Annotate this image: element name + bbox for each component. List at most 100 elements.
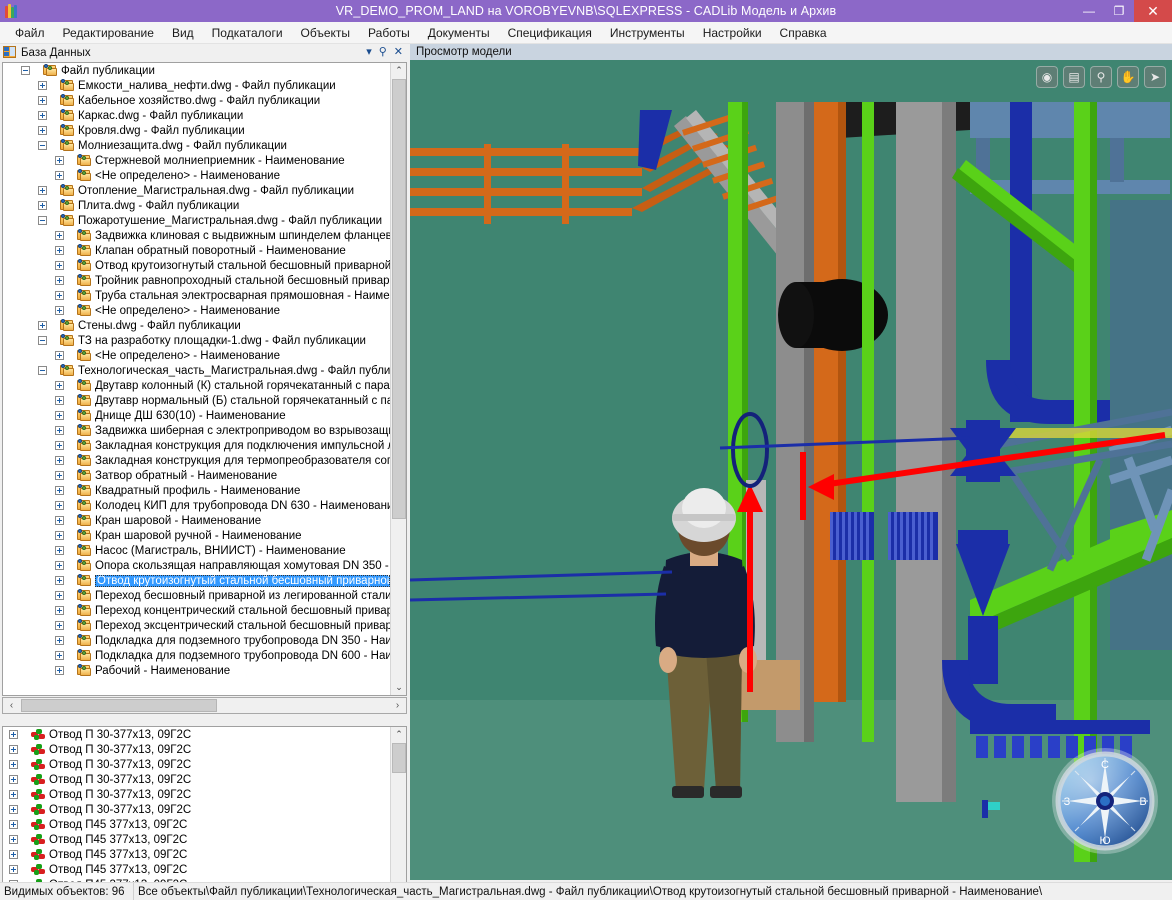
expand-node-icon[interactable] (55, 561, 64, 570)
expand-node-icon[interactable] (38, 81, 47, 90)
expand-node-icon[interactable] (55, 291, 64, 300)
menu-objects[interactable]: Объекты (292, 23, 360, 43)
menu-view[interactable]: Вид (163, 23, 203, 43)
expand-node-icon[interactable] (55, 231, 64, 240)
close-panel-icon[interactable]: ✕ (394, 47, 403, 58)
expand-node-icon[interactable] (55, 261, 64, 270)
menu-settings[interactable]: Настройки (694, 23, 771, 43)
collapse-node-icon[interactable] (38, 336, 47, 345)
list-item[interactable]: Отвод П 30-377х13, 09Г2С (3, 742, 390, 757)
tree-node[interactable]: Тройник равнопроходный стальной бесшовны… (3, 273, 390, 288)
fly-navigate-icon[interactable]: ➤ (1144, 66, 1166, 88)
tree-node[interactable]: Труба стальная электросварная прямошовна… (3, 288, 390, 303)
eye-visibility-icon[interactable]: ◉ (1036, 66, 1058, 88)
hscroll-right-button[interactable]: › (389, 700, 406, 711)
menu-edit[interactable]: Редактирование (54, 23, 163, 43)
expand-node-icon[interactable] (55, 486, 64, 495)
object-list-scroll-area[interactable]: Отвод П 30-377х13, 09Г2С Отвод П 30-377х1… (3, 727, 390, 900)
tree-node[interactable]: ТЗ на разработку площадки-1.dwg - Файл п… (3, 333, 390, 348)
tree-node[interactable]: Рабочий - Наименование (3, 663, 390, 678)
expand-node-icon[interactable] (55, 651, 64, 660)
expand-node-icon[interactable] (38, 321, 47, 330)
expand-node-icon[interactable] (55, 591, 64, 600)
expand-node-icon[interactable] (38, 126, 47, 135)
minimize-button[interactable]: — (1074, 0, 1104, 22)
menu-specification[interactable]: Спецификация (499, 23, 601, 43)
expand-node-icon[interactable] (55, 276, 64, 285)
tree-node[interactable]: Технологическая_часть_Магистральная.dwg … (3, 363, 390, 378)
expand-node-icon[interactable] (55, 171, 64, 180)
tree-node[interactable]: Задвижка клиновая с выдвижным шпинделем … (3, 228, 390, 243)
expand-node-icon[interactable] (9, 730, 18, 739)
tree-scroll-down-button[interactable]: ⌄ (391, 680, 406, 695)
tree-node[interactable]: Отвод крутоизогнутый стальной бесшовный … (3, 573, 390, 588)
list-item[interactable]: Отвод П45 377х13, 09Г2С (3, 817, 390, 832)
expand-node-icon[interactable] (55, 576, 64, 585)
expand-node-icon[interactable] (55, 546, 64, 555)
list-item[interactable]: Отвод П45 377х13, 09Г2С (3, 832, 390, 847)
layers-icon[interactable]: ▤ (1063, 66, 1085, 88)
tree-node[interactable]: Кран шаровой ручной - Наименование (3, 528, 390, 543)
tree-node[interactable]: Затвор обратный - Наименование (3, 468, 390, 483)
expand-node-icon[interactable] (9, 865, 18, 874)
dropdown-chevron-icon[interactable]: ▾ (366, 47, 372, 58)
collapse-node-icon[interactable] (21, 66, 30, 75)
tree-node[interactable]: Емкости_налива_нефти.dwg - Файл публикац… (3, 78, 390, 93)
collapse-node-icon[interactable] (38, 216, 47, 225)
expand-node-icon[interactable] (55, 411, 64, 420)
tree-scroll-thumb[interactable] (392, 79, 406, 519)
expand-node-icon[interactable] (55, 636, 64, 645)
expand-node-icon[interactable] (9, 835, 18, 844)
expand-node-icon[interactable] (9, 805, 18, 814)
tree-node[interactable]: Плита.dwg - Файл публикации (3, 198, 390, 213)
pan-hand-icon[interactable]: ✋ (1117, 66, 1139, 88)
expand-node-icon[interactable] (55, 396, 64, 405)
menu-documents[interactable]: Документы (419, 23, 499, 43)
expand-node-icon[interactable] (55, 381, 64, 390)
list-item[interactable]: Отвод П 30-377х13, 09Г2С (3, 727, 390, 742)
expand-node-icon[interactable] (9, 775, 18, 784)
database-tree-panel[interactable]: Файл публикации Емкости_налива_нефти.dwg … (2, 62, 407, 696)
hscroll-thumb[interactable] (21, 699, 217, 712)
menu-subcatalogs[interactable]: Подкаталоги (203, 23, 292, 43)
menu-works[interactable]: Работы (359, 23, 419, 43)
expand-node-icon[interactable] (55, 156, 64, 165)
expand-node-icon[interactable] (38, 111, 47, 120)
tree-node[interactable]: <Не определено> - Наименование (3, 348, 390, 363)
expand-node-icon[interactable] (38, 186, 47, 195)
expand-node-icon[interactable] (9, 760, 18, 769)
collapse-node-icon[interactable] (38, 141, 47, 150)
tree-node[interactable]: Насос (Магистраль, ВНИИСТ) - Наименовани… (3, 543, 390, 558)
expand-node-icon[interactable] (55, 606, 64, 615)
list-scroll-up-button[interactable]: ⌃ (391, 727, 406, 742)
close-button[interactable]: ✕ (1134, 0, 1172, 22)
tree-node[interactable]: Отвод крутоизогнутый стальной бесшовный … (3, 258, 390, 273)
tree-scroll-area[interactable]: Файл публикации Емкости_налива_нефти.dwg … (3, 63, 390, 695)
expand-node-icon[interactable] (55, 471, 64, 480)
tree-vertical-scrollbar[interactable]: ⌃ ⌄ (390, 63, 406, 695)
tree-node[interactable]: Пожаротушение_Магистральная.dwg - Файл п… (3, 213, 390, 228)
expand-node-icon[interactable] (9, 850, 18, 859)
tree-node[interactable]: Переход бесшовный приварной из легирован… (3, 588, 390, 603)
hscroll-left-button[interactable]: ‹ (3, 700, 20, 711)
tree-node[interactable]: Квадратный профиль - Наименование (3, 483, 390, 498)
tree-node[interactable]: Переход концентрический стальной бесшовн… (3, 603, 390, 618)
list-item[interactable]: Отвод П 30-377х13, 09Г2С (3, 787, 390, 802)
tree-node[interactable]: Колодец КИП для трубопровода DN 630 - На… (3, 498, 390, 513)
expand-node-icon[interactable] (38, 201, 47, 210)
tree-node[interactable]: Опора скользящая направляющая хомутовая … (3, 558, 390, 573)
expand-node-icon[interactable] (55, 666, 64, 675)
menu-help[interactable]: Справка (771, 23, 836, 43)
expand-node-icon[interactable] (55, 501, 64, 510)
list-scroll-thumb[interactable] (392, 743, 406, 773)
expand-node-icon[interactable] (55, 456, 64, 465)
tree-node[interactable]: Переход эксцентрический стальной бесшовн… (3, 618, 390, 633)
collapse-node-icon[interactable] (38, 366, 47, 375)
list-vertical-scrollbar[interactable]: ⌃ ⌄ (390, 727, 406, 900)
object-list-panel[interactable]: Отвод П 30-377х13, 09Г2С Отвод П 30-377х1… (2, 726, 407, 900)
list-item[interactable]: Отвод П 30-377х13, 09Г2С (3, 772, 390, 787)
expand-node-icon[interactable] (55, 246, 64, 255)
list-item[interactable]: Отвод П45 377х13, 09Г2С (3, 847, 390, 862)
expand-node-icon[interactable] (55, 621, 64, 630)
tree-node[interactable]: Каркас.dwg - Файл публикации (3, 108, 390, 123)
